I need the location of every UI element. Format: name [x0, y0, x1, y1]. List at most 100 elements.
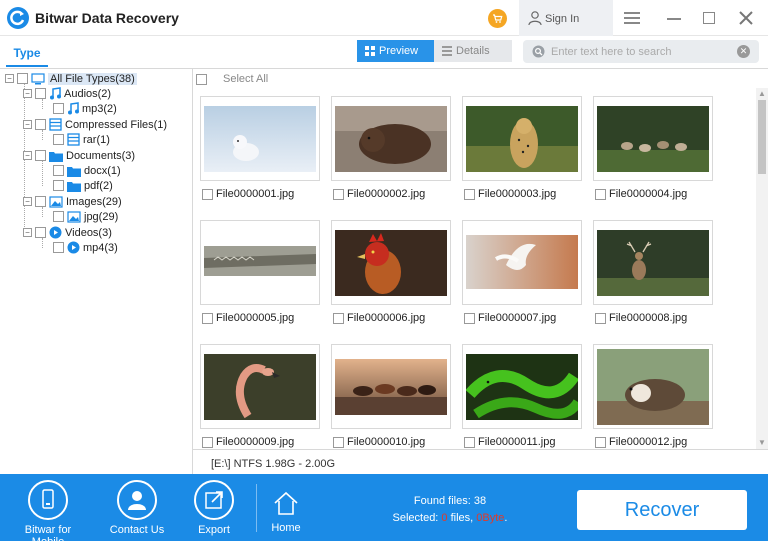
collapse-toggle[interactable]: − — [23, 89, 32, 98]
contact-us-button[interactable]: Contact Us — [107, 480, 167, 536]
export-button[interactable]: Export — [188, 480, 240, 536]
bitwar-for-mobile-button[interactable]: Bitwar for Mobile — [8, 480, 88, 548]
thumbnail[interactable] — [331, 96, 451, 181]
thumbnail[interactable] — [200, 344, 320, 429]
tree-item-videos[interactable]: − Videos(3) — [23, 225, 112, 240]
file-checkbox[interactable] — [202, 312, 213, 324]
tree-item-all[interactable]: − All File Types(38) — [5, 71, 137, 86]
close-icon[interactable] — [738, 10, 754, 26]
tree-item-mp3[interactable]: mp3(2) — [53, 101, 117, 116]
file-checkbox[interactable] — [595, 436, 606, 448]
tree-item-images[interactable]: − Images(29) — [23, 194, 122, 209]
sign-in-label: Sign In — [545, 13, 580, 25]
thumbnail[interactable] — [462, 96, 582, 181]
tree-item-mp4[interactable]: mp4(3) — [53, 240, 118, 255]
preview-button[interactable]: Preview — [357, 40, 434, 62]
collapse-toggle[interactable]: − — [23, 120, 32, 129]
file-name: File0000002.jpg — [347, 188, 426, 200]
file-tile[interactable]: File0000011.jpg — [462, 344, 582, 448]
file-checkbox[interactable] — [333, 436, 344, 448]
file-checkbox[interactable] — [464, 312, 475, 324]
thumbnail-image-dove — [466, 235, 578, 289]
tree-checkbox[interactable] — [53, 242, 64, 253]
tree-label: Audios(2) — [64, 87, 112, 100]
tree-label: Images(29) — [66, 195, 122, 208]
search-input[interactable] — [551, 42, 731, 61]
file-checkbox[interactable] — [202, 188, 213, 200]
file-checkbox[interactable] — [202, 436, 213, 448]
file-checkbox[interactable] — [595, 312, 606, 324]
collapse-toggle[interactable]: − — [23, 151, 32, 160]
file-tile[interactable]: File0000008.jpg — [593, 220, 713, 324]
minimize-button[interactable] — [667, 18, 681, 20]
tree-checkbox[interactable] — [53, 165, 64, 176]
file-tile[interactable]: File0000006.jpg — [331, 220, 451, 324]
tree-checkbox[interactable] — [53, 211, 64, 222]
recover-button[interactable]: Recover — [577, 490, 747, 530]
tree-checkbox[interactable] — [35, 88, 46, 99]
tree-checkbox[interactable] — [35, 227, 46, 238]
tree-item-documents[interactable]: − Documents(3) — [23, 148, 135, 163]
home-button[interactable]: Home — [264, 490, 308, 534]
file-tile[interactable]: File0000004.jpg — [593, 96, 713, 200]
vertical-scrollbar[interactable]: ▲ ▼ — [756, 88, 768, 449]
sign-in-button[interactable]: Sign In — [519, 0, 613, 36]
tree-item-audios[interactable]: − Audios(2) — [23, 86, 111, 101]
thumbnail[interactable] — [593, 96, 713, 181]
tree-item-compressed[interactable]: − Compressed Files(1) — [23, 117, 167, 132]
file-checkbox[interactable] — [464, 188, 475, 200]
view-toggle: Preview Details — [357, 40, 512, 62]
file-tile[interactable]: File0000001.jpg — [200, 96, 320, 200]
image-icon — [67, 210, 81, 223]
contact-person-icon — [117, 480, 157, 520]
select-all-checkbox[interactable] — [196, 73, 207, 85]
tree-item-docx[interactable]: docx(1) — [53, 163, 121, 178]
file-tile[interactable]: File0000003.jpg — [462, 96, 582, 200]
thumbnail[interactable] — [200, 96, 320, 181]
tree-item-rar[interactable]: rar(1) — [53, 132, 110, 147]
tree-checkbox[interactable] — [35, 196, 46, 207]
file-checkbox[interactable] — [595, 188, 606, 200]
file-tile[interactable]: File0000005.jpg — [200, 220, 320, 324]
tree-checkbox[interactable] — [17, 73, 28, 84]
tree-checkbox[interactable] — [35, 119, 46, 130]
file-tile[interactable]: File0000010.jpg — [331, 344, 451, 448]
tree-item-jpg[interactable]: jpg(29) — [53, 209, 118, 224]
tree-checkbox[interactable] — [53, 134, 64, 145]
image-icon — [49, 195, 63, 208]
thumbnail[interactable] — [331, 220, 451, 305]
scroll-down-arrow-icon[interactable]: ▼ — [758, 438, 766, 447]
thumbnail[interactable] — [200, 220, 320, 305]
thumbnail-image-rooster — [335, 230, 447, 296]
scroll-thumb[interactable] — [758, 100, 766, 174]
file-tile[interactable]: File0000007.jpg — [462, 220, 582, 324]
thumbnail[interactable] — [462, 344, 582, 429]
thumbnail[interactable] — [331, 344, 451, 429]
file-checkbox[interactable] — [333, 188, 344, 200]
collapse-toggle[interactable]: − — [23, 228, 32, 237]
clear-search-icon[interactable]: ✕ — [737, 45, 750, 58]
tab-type[interactable]: Type — [6, 42, 48, 67]
tree-item-pdf[interactable]: pdf(2) — [53, 178, 113, 193]
scroll-up-arrow-icon[interactable]: ▲ — [758, 89, 766, 98]
file-tile[interactable]: File0000009.jpg — [200, 344, 320, 448]
tree-checkbox[interactable] — [53, 103, 64, 114]
details-button[interactable]: Details — [434, 40, 512, 62]
file-tile[interactable]: File0000002.jpg — [331, 96, 451, 200]
menu-icon[interactable] — [624, 12, 640, 24]
maximize-button[interactable] — [703, 12, 715, 24]
file-checkbox[interactable] — [464, 436, 475, 448]
file-tile[interactable]: File0000012.jpg — [593, 344, 713, 448]
file-name: File0000004.jpg — [609, 188, 688, 200]
select-all[interactable]: Select All — [196, 73, 268, 85]
cart-icon[interactable] — [488, 9, 507, 28]
thumbnail[interactable] — [462, 220, 582, 305]
file-checkbox[interactable] — [333, 312, 344, 324]
collapse-toggle[interactable]: − — [5, 74, 14, 83]
collapse-toggle[interactable]: − — [23, 197, 32, 206]
thumbnail[interactable] — [593, 344, 713, 429]
tree-checkbox[interactable] — [35, 150, 46, 161]
thumbnail[interactable] — [593, 220, 713, 305]
tree-checkbox[interactable] — [53, 180, 64, 191]
title-bar: Bitwar Data Recovery Sign In — [0, 0, 768, 36]
